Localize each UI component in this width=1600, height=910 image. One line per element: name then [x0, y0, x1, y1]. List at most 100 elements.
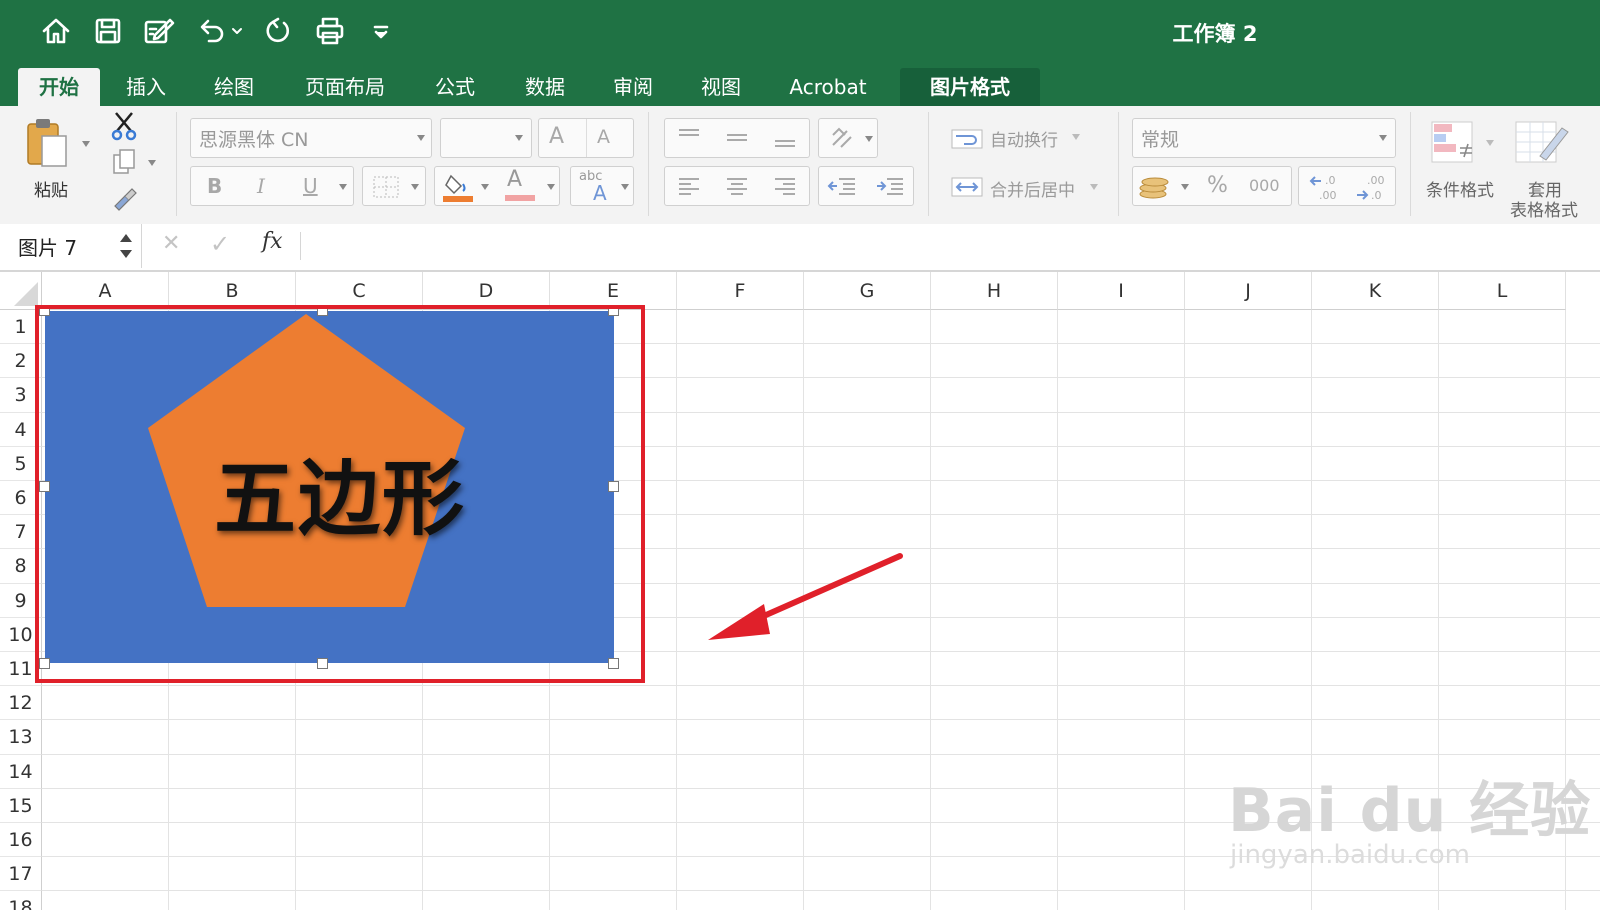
- align-top-icon[interactable]: [677, 127, 701, 149]
- font-name-dropdown-icon[interactable]: [417, 135, 425, 141]
- underline-dropdown-icon[interactable]: [339, 184, 347, 190]
- increase-decimal-icon[interactable]: .0.00: [1309, 171, 1343, 203]
- copy-icon[interactable]: [108, 146, 140, 178]
- decrease-decimal-icon[interactable]: .00.0: [1355, 171, 1389, 203]
- row-header-13[interactable]: 13: [0, 720, 42, 755]
- row-header-15[interactable]: 15: [0, 788, 42, 823]
- column-header-l[interactable]: L: [1439, 272, 1566, 310]
- orientation-button[interactable]: [818, 118, 878, 158]
- print-icon[interactable]: [312, 14, 348, 48]
- accounting-dropdown-icon[interactable]: [1181, 184, 1189, 190]
- align-right-icon[interactable]: [773, 175, 797, 197]
- merge-center-icon[interactable]: [950, 174, 984, 200]
- format-as-table-icon[interactable]: [1512, 118, 1572, 168]
- wrap-text-dropdown-icon[interactable]: [1072, 134, 1080, 140]
- enter-formula-button[interactable]: ✓: [210, 230, 230, 258]
- border-button[interactable]: [362, 166, 426, 206]
- redo-icon[interactable]: [260, 14, 296, 48]
- vertical-align-group: [664, 118, 810, 158]
- row-gridline: [42, 890, 1600, 892]
- home-icon[interactable]: [38, 14, 74, 48]
- conditional-format-dropdown-icon[interactable]: [1486, 140, 1494, 146]
- align-middle-icon[interactable]: [725, 127, 749, 149]
- ribbon-tabs: 开始 插入 绘图 页面布局 公式 数据 审阅 视图 Acrobat 图片格式: [0, 62, 1600, 106]
- column-gridline: [930, 310, 931, 910]
- highlight-rectangle: [35, 305, 645, 683]
- ribbon: 粘贴 思源黑体 CN A A B I U A abc A 自动换行 合并后居中 …: [0, 106, 1600, 225]
- more-icon[interactable]: [368, 14, 394, 48]
- percent-button[interactable]: %: [1207, 173, 1228, 198]
- tab-formulas[interactable]: 公式: [418, 68, 492, 106]
- align-left-icon[interactable]: [677, 175, 701, 197]
- phonetic-dropdown-icon[interactable]: [621, 184, 629, 190]
- paste-icon[interactable]: [20, 114, 74, 174]
- italic-button[interactable]: I: [257, 174, 265, 198]
- wrap-text-icon[interactable]: [950, 126, 984, 152]
- merge-center-button[interactable]: 合并后居中: [990, 176, 1075, 201]
- border-dropdown-icon[interactable]: [411, 184, 419, 190]
- name-box-value: 图片 7: [18, 236, 78, 260]
- column-header-h[interactable]: H: [931, 272, 1058, 310]
- undo-icon[interactable]: [194, 14, 246, 48]
- number-format-field[interactable]: 常规: [1132, 118, 1396, 158]
- font-color-dropdown-icon[interactable]: [547, 184, 555, 190]
- font-name-field[interactable]: 思源黑体 CN: [190, 118, 432, 158]
- merge-center-dropdown-icon[interactable]: [1090, 184, 1098, 190]
- decrease-indent-icon[interactable]: [827, 175, 857, 197]
- column-header-g[interactable]: G: [804, 272, 931, 310]
- tab-review[interactable]: 审阅: [596, 68, 670, 106]
- name-box-stepper-icon[interactable]: [118, 230, 134, 262]
- increase-indent-icon[interactable]: [875, 175, 905, 197]
- tab-picture-format[interactable]: 图片格式: [900, 68, 1040, 106]
- save-icon[interactable]: [90, 14, 126, 48]
- row-header-17[interactable]: 17: [0, 857, 42, 892]
- accounting-icon[interactable]: [1137, 172, 1173, 202]
- tab-page-layout[interactable]: 页面布局: [290, 68, 400, 106]
- comma-style-button[interactable]: 000: [1249, 176, 1280, 195]
- copy-dropdown-icon[interactable]: [148, 160, 156, 166]
- align-bottom-icon[interactable]: [773, 127, 797, 149]
- cancel-formula-button[interactable]: ✕: [162, 231, 180, 256]
- conditional-format-label[interactable]: 条件格式: [1426, 176, 1494, 201]
- conditional-format-icon[interactable]: [1428, 118, 1480, 168]
- column-header-k[interactable]: K: [1312, 272, 1439, 310]
- underline-button[interactable]: U: [303, 174, 318, 198]
- tab-home[interactable]: 开始: [18, 68, 100, 106]
- row-header-12[interactable]: 12: [0, 686, 42, 721]
- svg-text:.0: .0: [1371, 189, 1382, 202]
- bold-button[interactable]: B: [207, 174, 222, 198]
- tab-acrobat[interactable]: Acrobat: [776, 68, 880, 106]
- wrap-text-button[interactable]: 自动换行: [990, 126, 1058, 151]
- align-center-icon[interactable]: [725, 175, 749, 197]
- fill-color-dropdown-icon[interactable]: [481, 184, 489, 190]
- column-gridline: [1184, 310, 1185, 910]
- insert-function-button[interactable]: fx: [262, 229, 283, 254]
- font-size-dropdown-icon[interactable]: [515, 135, 523, 141]
- shrink-font-button[interactable]: A: [597, 126, 610, 148]
- row-header-16[interactable]: 16: [0, 823, 42, 858]
- tab-view[interactable]: 视图: [684, 68, 758, 106]
- phonetic-button[interactable]: abc A: [570, 166, 634, 206]
- row-header-14[interactable]: 14: [0, 754, 42, 789]
- font-color-button[interactable]: A: [507, 167, 522, 192]
- number-style-group: % 000: [1132, 166, 1292, 206]
- grow-font-button[interactable]: A: [549, 124, 564, 149]
- cut-icon[interactable]: [108, 110, 140, 142]
- row-gridline: [42, 685, 1600, 687]
- row-header-18[interactable]: 18: [0, 891, 42, 910]
- orientation-dropdown-icon[interactable]: [865, 136, 873, 142]
- name-box[interactable]: 图片 7: [0, 224, 142, 268]
- column-header-f[interactable]: F: [677, 272, 804, 310]
- tab-data[interactable]: 数据: [508, 68, 582, 106]
- column-header-j[interactable]: J: [1185, 272, 1312, 310]
- format-painter-icon[interactable]: [108, 184, 140, 216]
- paste-dropdown-icon[interactable]: [82, 141, 90, 147]
- format-as-table-label-2[interactable]: 表格格式: [1510, 196, 1578, 221]
- column-header-i[interactable]: I: [1058, 272, 1185, 310]
- edit-icon[interactable]: [140, 14, 178, 48]
- tab-insert[interactable]: 插入: [108, 68, 184, 106]
- fill-color-icon[interactable]: [441, 170, 475, 204]
- font-size-field[interactable]: [440, 118, 532, 158]
- tab-draw[interactable]: 绘图: [196, 68, 272, 106]
- number-format-dropdown-icon[interactable]: [1379, 135, 1387, 141]
